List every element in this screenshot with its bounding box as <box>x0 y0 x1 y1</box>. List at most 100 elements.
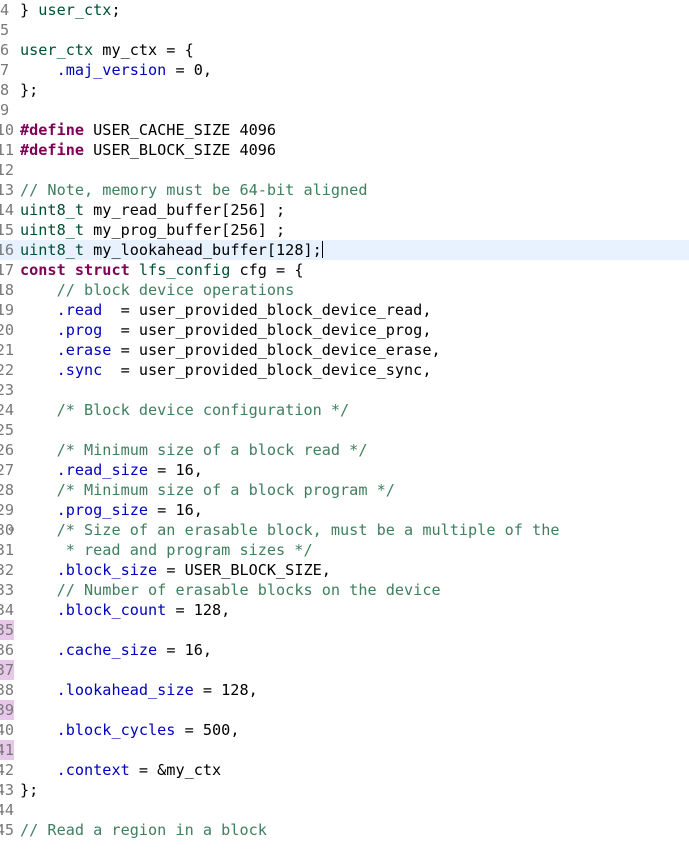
code-line[interactable]: 27 .read_size = 16, <box>0 460 689 480</box>
code-line[interactable]: 10 #define USER_CACHE_SIZE 4096 <box>0 120 689 140</box>
code-text: .prog = user_provided_block_device_prog, <box>20 320 432 340</box>
code-text: .block_cycles = 500, <box>20 720 240 740</box>
code-line[interactable]: 38 .lookahead_size = 128, <box>0 680 689 700</box>
code-line[interactable]: 16 uint8_t my_lookahead_buffer[128]; <box>0 240 689 260</box>
code-line[interactable]: 34 .block_count = 128, <box>0 600 689 620</box>
code-line[interactable]: 19 .read = user_provided_block_device_re… <box>0 300 689 320</box>
code-text: // Read a region in a block <box>20 820 267 840</box>
code-line[interactable]: 43}; <box>0 780 689 800</box>
code-token: = 16, <box>148 461 203 479</box>
line-number-text: 41 <box>0 741 14 759</box>
code-token: /* Block device configuration */ <box>56 401 350 419</box>
line-number: 45 <box>0 820 14 840</box>
line-number-text: 32 <box>0 561 14 579</box>
code-line[interactable]: 42 .context = &my_ctx <box>0 760 689 780</box>
code-text: .maj_version = 0, <box>20 60 212 80</box>
code-token: // Note, memory must be 64-bit aligned <box>20 181 368 199</box>
code-line[interactable]: 40 .block_cycles = 500, <box>0 720 689 740</box>
code-line[interactable]: 15 uint8_t my_prog_buffer[256] ; <box>0 220 689 240</box>
code-line[interactable]: 45 // Read a region in a block <box>0 820 689 840</box>
code-token: .context <box>56 761 130 779</box>
code-line[interactable]: 12 <box>0 160 689 180</box>
code-token: .maj_version <box>56 61 167 79</box>
code-token: .block_cycles <box>56 721 176 739</box>
code-token: .lookahead_size <box>56 681 194 699</box>
code-token: .block_size <box>56 561 158 579</box>
line-number: 22 <box>0 360 14 380</box>
code-token: USER_BLOCK_SIZE 4096 <box>84 141 277 159</box>
code-token: user_ctx <box>38 1 112 19</box>
line-number: 20 <box>0 320 14 340</box>
code-line[interactable]: 11 #define USER_BLOCK_SIZE 4096 <box>0 140 689 160</box>
line-number-text: 5 <box>0 21 10 39</box>
code-line[interactable]: 28 /* Minimum size of a block program */ <box>0 480 689 500</box>
line-number-text: 34 <box>0 601 14 619</box>
code-line[interactable]: 29 .prog_size = 16, <box>0 500 689 520</box>
code-editor[interactable]: 4} user_ctx; 5 6 user_ctx my_ctx = {7 .maj_… <box>0 0 689 850</box>
code-line[interactable]: 14 uint8_t my_read_buffer[256] ; <box>0 200 689 220</box>
code-line[interactable]: 30 ⊖ /* Size of an erasable block, must b… <box>0 520 689 540</box>
line-number: 34 <box>0 600 14 620</box>
code-line[interactable]: 22 .sync = user_provided_block_device_sy… <box>0 360 689 380</box>
code-line[interactable]: 23 <box>0 380 689 400</box>
line-number-text: 18 <box>0 281 14 299</box>
code-text: .context = &my_ctx <box>20 760 222 780</box>
line-number-text: 12 <box>0 161 14 179</box>
code-line[interactable]: 41 <box>0 740 689 760</box>
code-text: }; <box>20 80 38 100</box>
code-token: my_lookahead_buffer[128]; <box>84 241 322 259</box>
code-line[interactable]: 18 // block device operations <box>0 280 689 300</box>
line-number: 27 <box>0 460 14 480</box>
line-number-text: 36 <box>0 641 14 659</box>
line-number: 21 <box>0 340 14 360</box>
code-line[interactable]: 24 /* Block device configuration */ <box>0 400 689 420</box>
line-number: 12 <box>0 160 14 180</box>
line-number-text: 29 <box>0 501 14 519</box>
code-line[interactable]: 20 .prog = user_provided_block_device_pr… <box>0 320 689 340</box>
code-line[interactable]: 6 user_ctx my_ctx = { <box>0 40 689 60</box>
collapse-icon[interactable]: ⊖ <box>9 520 14 540</box>
code-line[interactable]: 9 <box>0 100 689 120</box>
line-number-text: 16 <box>0 241 14 259</box>
code-token: } <box>20 1 39 19</box>
code-line[interactable]: 26 /* Minimum size of a block read */ <box>0 440 689 460</box>
code-line[interactable]: 44 <box>0 800 689 820</box>
code-line[interactable]: 13 // Note, memory must be 64-bit aligned <box>0 180 689 200</box>
line-number-text: 40 <box>0 721 14 739</box>
code-line[interactable]: 31 * read and program sizes */ <box>0 540 689 560</box>
code-line[interactable]: 17 const struct lfs_config cfg = { <box>0 260 689 280</box>
line-number-text: 4 <box>0 1 10 19</box>
code-line[interactable]: 36 .cache_size = 16, <box>0 640 689 660</box>
code-line[interactable]: 8}; <box>0 80 689 100</box>
code-line[interactable]: 25 <box>0 420 689 440</box>
code-line[interactable]: 32 .block_size = USER_BLOCK_SIZE, <box>0 560 689 580</box>
code-text: uint8_t my_prog_buffer[256] ; <box>20 220 285 240</box>
line-number: 6 <box>0 40 14 60</box>
code-token: }; <box>20 81 39 99</box>
code-line[interactable]: 5 <box>0 20 689 40</box>
line-number-text: 9 <box>0 101 10 119</box>
code-line[interactable]: 39 <box>0 700 689 720</box>
code-line[interactable]: 4} user_ctx; <box>0 0 689 20</box>
line-number: 15 <box>0 220 14 240</box>
line-number: 36 <box>0 640 14 660</box>
code-line[interactable]: 35 <box>0 620 689 640</box>
line-number-text: 13 <box>0 181 14 199</box>
code-text: const struct lfs_config cfg = { <box>20 260 304 280</box>
code-line[interactable]: 37 <box>0 660 689 680</box>
line-number-text: 31 <box>0 541 14 559</box>
code-line[interactable]: 33 // Number of erasable blocks on the d… <box>0 580 689 600</box>
line-number: 10 <box>0 120 14 140</box>
code-text: .lookahead_size = 128, <box>20 680 258 700</box>
code-token: my_read_buffer[256] ; <box>84 201 286 219</box>
code-line[interactable]: 7 .maj_version = 0, <box>0 60 689 80</box>
code-line[interactable]: 21 .erase = user_provided_block_device_e… <box>0 340 689 360</box>
